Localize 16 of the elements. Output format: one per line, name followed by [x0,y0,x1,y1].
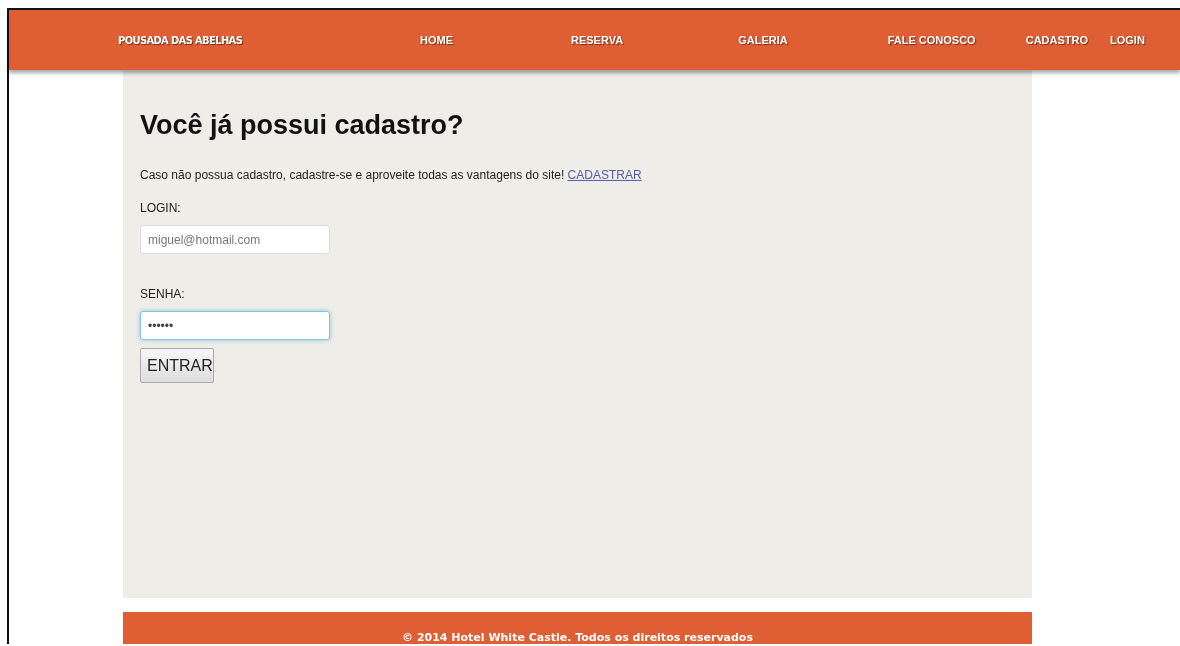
site-logo[interactable]: POUSADA DAS ABELHAS [118,33,420,47]
intro-text: Caso não possua cadastro, cadastre-se e aproveite todas as vantagens do site! CADASTRAR [140,168,643,182]
nav-link[interactable]: FALE CONOSCO [887,34,976,46]
nav-link[interactable]: RESERVA [571,34,624,46]
field-label: SENHA: [140,287,185,301]
page-title: Você já possui cadastro? [140,110,465,141]
nav-link[interactable]: CADASTRO [1025,34,1089,46]
copyright-text: © 2014 Hotel White Castle. Todos os direitos reservados [402,631,753,644]
nav-link[interactable]: LOGIN [1110,34,1145,46]
input-field[interactable]: miguel@hotmail.com [140,225,330,254]
field-label: LOGIN: [140,201,181,215]
input-field[interactable]: •••••• [140,311,330,340]
nav-link[interactable]: GALERIA [738,34,788,46]
nav-link[interactable]: HOME [420,34,453,46]
register-link[interactable]: CADASTRAR [567,168,642,182]
submit-button[interactable]: ENTRAR [140,348,214,383]
